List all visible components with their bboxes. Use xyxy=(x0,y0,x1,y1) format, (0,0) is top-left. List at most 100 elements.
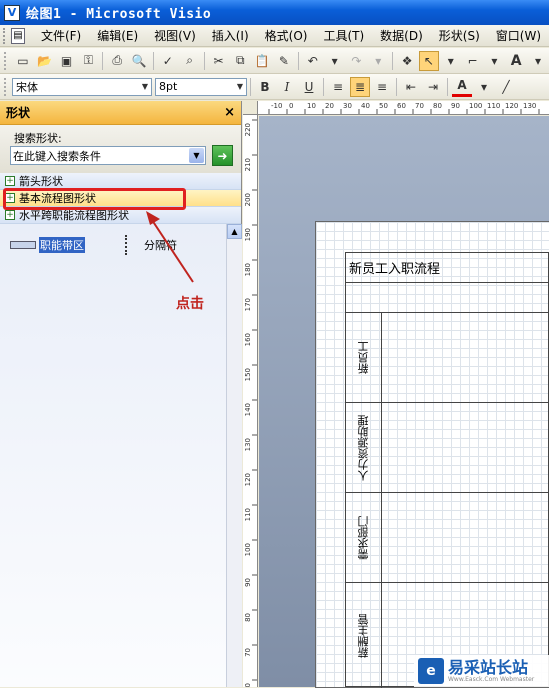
redo-dropdown-icon[interactable]: ▾ xyxy=(368,51,388,71)
shapes-window-icon[interactable]: ❖ xyxy=(397,51,417,71)
connector-tool-icon[interactable]: ⌐ xyxy=(463,51,483,71)
ruler-tick-label: 70 xyxy=(415,102,424,110)
ruler-tick-label: 50 xyxy=(379,102,388,110)
copy-icon[interactable]: ⧉ xyxy=(230,51,250,71)
watermark-url: Www.Easck.Com Webmaster xyxy=(448,675,535,683)
panel-scrollbar[interactable]: ▲ xyxy=(226,224,242,687)
pointer-dropdown-icon[interactable]: ▾ xyxy=(441,51,461,71)
chevron-down-icon[interactable]: ▼ xyxy=(234,79,246,95)
stencil-icon: + xyxy=(5,176,15,186)
ruler-tick-label: 200 xyxy=(244,193,252,206)
font-color-dropdown-icon[interactable]: ▾ xyxy=(474,77,494,97)
permission-icon[interactable]: ⚿ xyxy=(78,51,98,71)
cut-icon[interactable]: ✂ xyxy=(209,51,229,71)
line-color-icon[interactable]: ╱ xyxy=(496,77,516,97)
ruler-tick-label: 70 xyxy=(244,648,252,657)
ruler-tick-label: 0 xyxy=(289,102,293,110)
menu-view[interactable]: 视图(V) xyxy=(146,27,204,44)
ruler-tick-label: 220 xyxy=(244,123,252,136)
menu-shape[interactable]: 形状(S) xyxy=(431,27,488,44)
bold-button[interactable]: B xyxy=(255,77,275,97)
font-select[interactable]: 宋体 ▼ xyxy=(12,77,152,96)
visio-app-icon[interactable]: V xyxy=(4,4,20,21)
menu-bar: ▤ 文件(F) 编辑(E) 视图(V) 插入(I) 格式(O) 工具(T) 数据… xyxy=(0,25,549,47)
underline-button[interactable]: U xyxy=(299,77,319,97)
connector-dropdown-icon[interactable]: ▾ xyxy=(484,51,504,71)
functional-band-icon xyxy=(10,241,36,249)
format-painter-icon[interactable]: ✎ xyxy=(274,51,294,71)
research-icon[interactable]: ⌕ xyxy=(180,51,200,71)
site-watermark: e 易采站长站 Www.Easck.Com Webmaster xyxy=(414,655,549,687)
font-color-button[interactable]: A xyxy=(452,77,472,97)
open-icon[interactable]: 📂 xyxy=(35,51,55,71)
swimlane-hr-assistant[interactable]: 人力资源助理 xyxy=(346,403,549,493)
ruler-tick-label: 80 xyxy=(433,102,442,110)
print-preview-icon[interactable]: 🔍 xyxy=(129,51,149,71)
decrease-indent-icon[interactable]: ⇤ xyxy=(401,77,421,97)
annotation-label: 点击 xyxy=(176,296,204,312)
increase-indent-icon[interactable]: ⇥ xyxy=(423,77,443,97)
swimlane-label[interactable]: 需求部门 xyxy=(346,493,382,582)
swimlane-new-employee[interactable]: 新员工 xyxy=(346,313,549,403)
separator xyxy=(392,51,394,70)
redo-icon[interactable]: ↷ xyxy=(347,51,367,71)
search-input[interactable]: 在此键入搜索条件 ▼ xyxy=(10,146,206,165)
chevron-down-icon[interactable]: ▼ xyxy=(189,148,204,163)
print-icon[interactable]: ⎙ xyxy=(107,51,127,71)
cross-functional-flowchart[interactable]: 新员工入职流程 新员工 人力资源助理 需求部门 薪酬主管 xyxy=(345,252,549,688)
menu-data[interactable]: 数据(D) xyxy=(372,27,431,44)
menu-file[interactable]: 文件(F) xyxy=(33,27,89,44)
align-center-icon[interactable]: ≣ xyxy=(350,76,370,97)
shape-functional-band[interactable]: 职能带区 xyxy=(10,237,85,253)
align-right-icon[interactable]: ≡ xyxy=(372,77,392,97)
search-placeholder: 在此键入搜索条件 xyxy=(13,149,101,163)
new-icon[interactable]: ▭ xyxy=(13,51,33,71)
ruler-tick-label: 20 xyxy=(325,102,334,110)
separator xyxy=(297,51,299,70)
toolbar-grip[interactable] xyxy=(4,51,8,70)
vertical-ruler: 220 210 200 190 180 170 160 150 140 130 … xyxy=(243,115,258,687)
align-left-icon[interactable]: ≡ xyxy=(328,77,348,97)
ruler-tick-label: 100 xyxy=(244,543,252,556)
ruler-tick-label: -10 xyxy=(271,102,282,110)
text-tool-icon[interactable]: A xyxy=(506,51,526,71)
menu-grip[interactable] xyxy=(3,27,8,44)
ruler-tick-label: 130 xyxy=(523,102,536,110)
search-go-button[interactable]: ➜ xyxy=(212,145,233,166)
swimlane-requesting-department[interactable]: 需求部门 xyxy=(346,493,549,583)
menu-format[interactable]: 格式(O) xyxy=(257,27,316,44)
document-icon[interactable]: ▤ xyxy=(10,27,25,44)
menu-tools[interactable]: 工具(T) xyxy=(315,27,372,44)
ruler-tick-label: 180 xyxy=(244,263,252,276)
close-icon[interactable]: × xyxy=(224,105,235,120)
paste-icon[interactable]: 📋 xyxy=(252,51,272,71)
text-dropdown-icon[interactable]: ▾ xyxy=(528,51,548,71)
flowchart-header-row xyxy=(346,283,549,313)
undo-dropdown-icon[interactable]: ▾ xyxy=(325,51,345,71)
menu-insert[interactable]: 插入(I) xyxy=(204,27,257,44)
pointer-tool-icon[interactable]: ↖ xyxy=(418,50,439,71)
scroll-up-icon[interactable]: ▲ xyxy=(227,224,242,239)
stencil-label: 箭头形状 xyxy=(19,175,63,188)
menu-edit[interactable]: 编辑(E) xyxy=(89,27,146,44)
ruler-tick-label: 60 xyxy=(397,102,406,110)
spelling-icon[interactable]: ✓ xyxy=(158,51,178,71)
italic-button[interactable]: I xyxy=(277,77,297,97)
swimlane-label[interactable]: 人力资源助理 xyxy=(346,403,382,492)
swimlane-label[interactable]: 新员工 xyxy=(346,313,382,402)
flowchart-title[interactable]: 新员工入职流程 xyxy=(346,253,549,283)
save-icon[interactable]: ▣ xyxy=(57,51,77,71)
title-bar: V 绘图1 - Microsoft Visio xyxy=(0,0,549,25)
separator xyxy=(396,77,397,96)
menu-window[interactable]: 窗口(W) xyxy=(488,27,549,44)
ruler-tick-label: 60 xyxy=(244,683,252,687)
font-size-select[interactable]: 8pt ▼ xyxy=(155,77,247,96)
ruler-tick-label: 40 xyxy=(361,102,370,110)
ruler-tick-label: 150 xyxy=(244,368,252,381)
ruler-tick-label: 120 xyxy=(244,473,252,486)
undo-icon[interactable]: ↶ xyxy=(303,51,323,71)
toolbar-grip[interactable] xyxy=(4,77,8,96)
chevron-down-icon[interactable]: ▼ xyxy=(139,79,151,95)
ruler-tick-label: 90 xyxy=(451,102,460,110)
swimlane-label[interactable]: 薪酬主管 xyxy=(346,583,382,688)
